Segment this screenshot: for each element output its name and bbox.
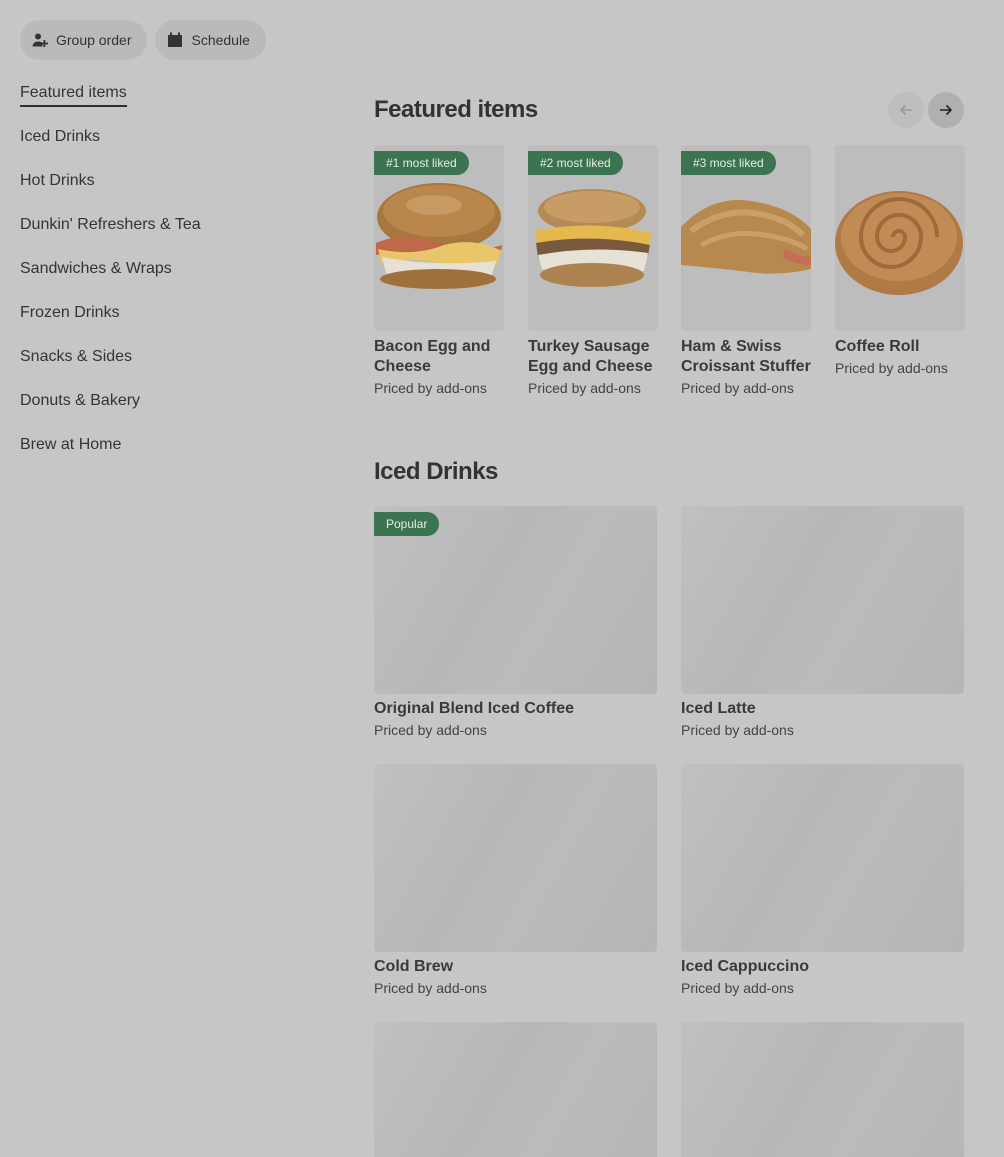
carousel-next-button[interactable]: [928, 92, 964, 128]
featured-item-card[interactable]: #2 most liked Turkey Sausage Egg and Che…: [528, 145, 658, 397]
featured-item-card[interactable]: #3 most liked Ham & Swiss Croissant Stuf…: [681, 145, 811, 397]
menu-item-card[interactable]: [374, 1022, 657, 1157]
item-image: [681, 506, 964, 694]
sidebar-item-label: Dunkin' Refreshers & Tea: [20, 216, 201, 233]
arrow-right-icon: [940, 104, 953, 116]
item-image-coffee-roll: [835, 145, 965, 331]
item-price: Priced by add-ons: [374, 980, 487, 996]
item-name: Iced Latte: [681, 700, 756, 717]
item-name: Coffee Roll: [835, 338, 920, 355]
sidebar-item-label: Iced Drinks: [20, 128, 101, 145]
sidebar-item-frozen-drinks[interactable]: Frozen Drinks: [20, 302, 280, 346]
sidebar-item-label: Snacks & Sides: [20, 348, 133, 365]
category-sidebar: Featured items Iced Drinks Hot Drinks Du…: [20, 82, 280, 478]
item-price: Priced by add-ons: [374, 380, 487, 396]
item-name: Bacon Egg and Cheese: [374, 338, 491, 375]
group-order-label: Group order: [56, 32, 132, 48]
sidebar-item-hot-drinks[interactable]: Hot Drinks: [20, 170, 280, 214]
menu-main: Featured items #1 most liked Bacon Egg a…: [374, 92, 965, 1157]
item-name: Ham & Swiss Croissant Stuffer: [681, 338, 811, 375]
sidebar-item-featured-items[interactable]: Featured items: [20, 82, 280, 126]
item-image-croissant-stuffer: #3 most liked: [681, 145, 811, 331]
sidebar-item-donuts-bakery[interactable]: Donuts & Bakery: [20, 390, 280, 434]
popular-badge: Popular: [374, 512, 440, 536]
sidebar-item-label: Brew at Home: [20, 436, 122, 453]
item-image-bacon-egg-cheese: #1 most liked: [374, 145, 504, 331]
featured-section-title: Featured items: [374, 96, 538, 123]
item-image: [681, 764, 964, 952]
arrow-left-icon: [899, 104, 912, 116]
coffee-roll-image: [835, 191, 963, 295]
featured-item-card[interactable]: #1 most liked Bacon Egg and Cheese Price…: [374, 145, 504, 397]
carousel-nav: [888, 92, 964, 128]
sidebar-item-label: Sandwiches & Wraps: [20, 260, 172, 277]
sidebar-item-label: Frozen Drinks: [20, 304, 120, 321]
menu-item-card[interactable]: Iced Latte Priced by add-ons: [681, 506, 964, 739]
item-price: Priced by add-ons: [681, 722, 794, 738]
item-image: [374, 764, 657, 952]
item-name: Iced Cappuccino: [681, 958, 810, 975]
featured-item-card[interactable]: Coffee Roll Priced by add-ons: [835, 145, 965, 377]
sidebar-item-sandwiches-wraps[interactable]: Sandwiches & Wraps: [20, 258, 280, 302]
rank-badge: #1 most liked: [374, 151, 469, 175]
item-price: Priced by add-ons: [681, 380, 794, 396]
sidebar-item-label: Featured items: [20, 82, 127, 107]
sidebar-item-label: Hot Drinks: [20, 172, 95, 189]
item-image-turkey-sausage: #2 most liked: [528, 145, 658, 331]
add-person-icon: [32, 33, 48, 47]
menu-item-card[interactable]: Popular Original Blend Iced Coffee Price…: [374, 506, 657, 739]
item-name: Original Blend Iced Coffee: [374, 700, 575, 717]
sidebar-item-snacks-sides[interactable]: Snacks & Sides: [20, 346, 280, 390]
item-price: Priced by add-ons: [835, 360, 948, 376]
sidebar-item-iced-drinks[interactable]: Iced Drinks: [20, 126, 280, 170]
menu-item-card[interactable]: Cold Brew Priced by add-ons: [374, 764, 657, 997]
item-image: Popular: [374, 506, 657, 694]
rank-badge: #2 most liked: [528, 151, 623, 175]
carousel-prev-button[interactable]: [888, 92, 924, 128]
item-name: Turkey Sausage Egg and Cheese: [528, 338, 653, 375]
top-actions: Group order Schedule: [20, 20, 266, 60]
schedule-button[interactable]: Schedule: [155, 20, 266, 60]
sidebar-item-label: Donuts & Bakery: [20, 392, 141, 409]
calendar-icon: [168, 32, 183, 47]
rank-badge: #3 most liked: [681, 151, 776, 175]
menu-item-card[interactable]: [681, 1022, 964, 1157]
item-price: Priced by add-ons: [528, 380, 641, 396]
store-menu-page: Group order Schedule Featured items Iced…: [0, 0, 1004, 1157]
group-order-button[interactable]: Group order: [20, 20, 148, 60]
featured-carousel: #1 most liked Bacon Egg and Cheese Price…: [374, 145, 965, 425]
schedule-label: Schedule: [191, 32, 250, 48]
iced-drinks-section-title: Iced Drinks: [374, 458, 498, 485]
item-price: Priced by add-ons: [681, 980, 794, 996]
menu-item-card[interactable]: Iced Cappuccino Priced by add-ons: [681, 764, 964, 997]
item-image: [681, 1022, 964, 1157]
item-image: [374, 1022, 657, 1157]
item-name: Cold Brew: [374, 958, 454, 975]
sidebar-item-refreshers-tea[interactable]: Dunkin' Refreshers & Tea: [20, 214, 280, 258]
item-price: Priced by add-ons: [374, 722, 487, 738]
featured-header: Featured items: [374, 92, 964, 128]
sidebar-item-brew-at-home[interactable]: Brew at Home: [20, 434, 280, 478]
